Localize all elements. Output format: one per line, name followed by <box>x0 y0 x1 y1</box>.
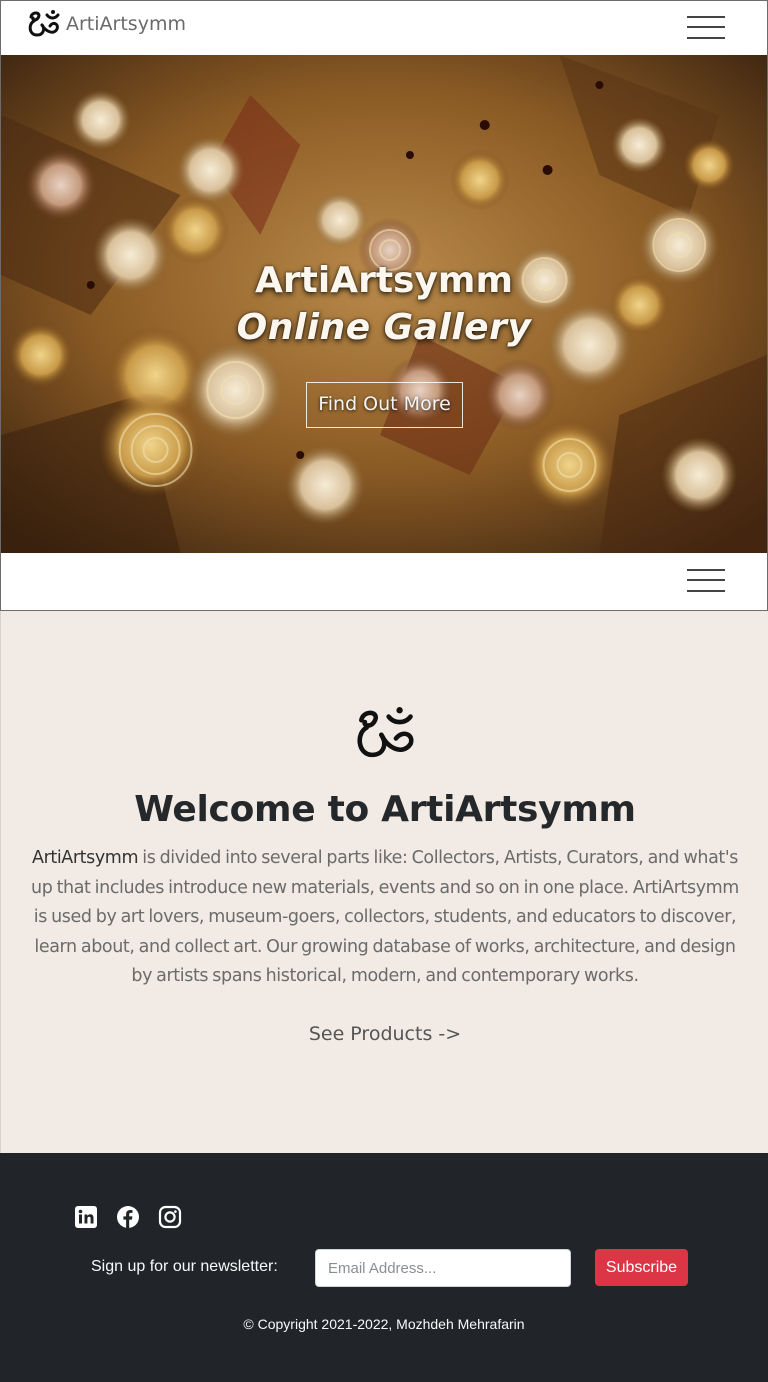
find-out-more-button[interactable]: Find Out More <box>306 382 463 428</box>
instagram-icon[interactable] <box>158 1205 182 1229</box>
subscribe-button[interactable]: Subscribe <box>595 1249 688 1286</box>
brand-word: ArtiArtsymm <box>32 848 139 868</box>
hamburger-menu-icon[interactable] <box>687 567 725 595</box>
email-input[interactable] <box>315 1249 571 1287</box>
secondary-navbar <box>0 553 768 611</box>
hero-banner: ArtiArtsymm Online Gallery Find Out More <box>0 55 768 553</box>
see-products-link[interactable]: See Products -> <box>1 1023 768 1045</box>
om-symbol-icon <box>28 10 60 37</box>
hero-painting-image <box>1 55 767 553</box>
om-symbol-icon <box>357 707 414 758</box>
hero-subtitle: Online Gallery <box>236 307 532 348</box>
welcome-body-text: is divided into several parts like: Coll… <box>31 848 739 986</box>
welcome-description: ArtiArtsymm is divided into several part… <box>25 844 745 992</box>
hamburger-menu-icon[interactable] <box>687 14 725 42</box>
welcome-title: Welcome to ArtiArtsymm <box>134 789 636 830</box>
facebook-icon[interactable] <box>116 1205 140 1229</box>
copyright-text: © Copyright 2021-2022, Mozhdeh Mehrafari… <box>243 1316 525 1332</box>
welcome-section: Welcome to ArtiArtsymm ArtiArtsymm is di… <box>0 611 768 1153</box>
linkedin-icon[interactable] <box>74 1205 98 1229</box>
top-navbar: ArtiArtsymm <box>0 0 768 55</box>
newsletter-label: Sign up for our newsletter: <box>91 1258 278 1275</box>
social-links <box>74 1205 182 1229</box>
hero-title: ArtiArtsymm <box>255 260 513 301</box>
brand-link[interactable]: ArtiArtsymm <box>27 9 186 39</box>
brand-name: ArtiArtsymm <box>66 13 186 35</box>
